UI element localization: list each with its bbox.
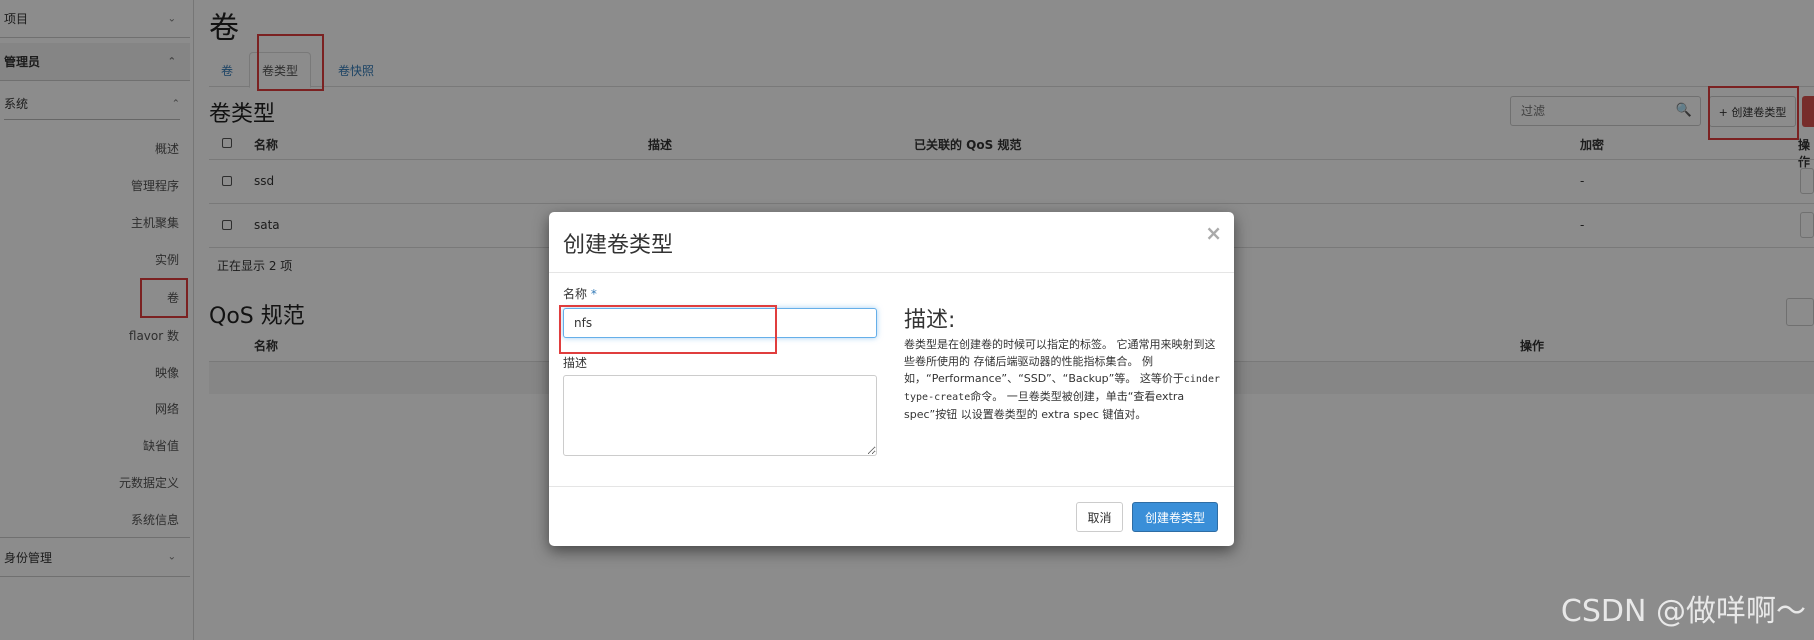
cancel-button[interactable]: 取消 [1076, 502, 1123, 532]
name-input[interactable] [563, 308, 877, 338]
description-label: 描述 [563, 356, 588, 370]
help-text-part: 卷类型是在创建卷的时候可以指定的标签。 它通常用来映射到这些卷所使用的 存储后端… [904, 338, 1216, 385]
watermark: CSDN @做咩啊～ [1560, 594, 1806, 629]
create-volume-type-submit-button[interactable]: 创建卷类型 [1132, 502, 1218, 532]
create-volume-type-dialog: 创建卷类型 × 名称 * 描述 描述: 卷类型是在创建卷的时候可以指定的标签。 … [549, 212, 1234, 546]
help-text: 卷类型是在创建卷的时候可以指定的标签。 它通常用来映射到这些卷所使用的 存储后端… [904, 336, 1222, 423]
divider [549, 486, 1234, 487]
close-icon[interactable]: × [1205, 223, 1222, 243]
name-label: 名称 * [563, 285, 597, 302]
help-title: 描述: [904, 308, 956, 333]
dialog-title: 创建卷类型 [563, 233, 674, 258]
name-label-text: 名称 [563, 287, 588, 301]
divider [549, 272, 1234, 273]
description-textarea[interactable] [563, 375, 877, 456]
required-mark: * [590, 287, 597, 301]
